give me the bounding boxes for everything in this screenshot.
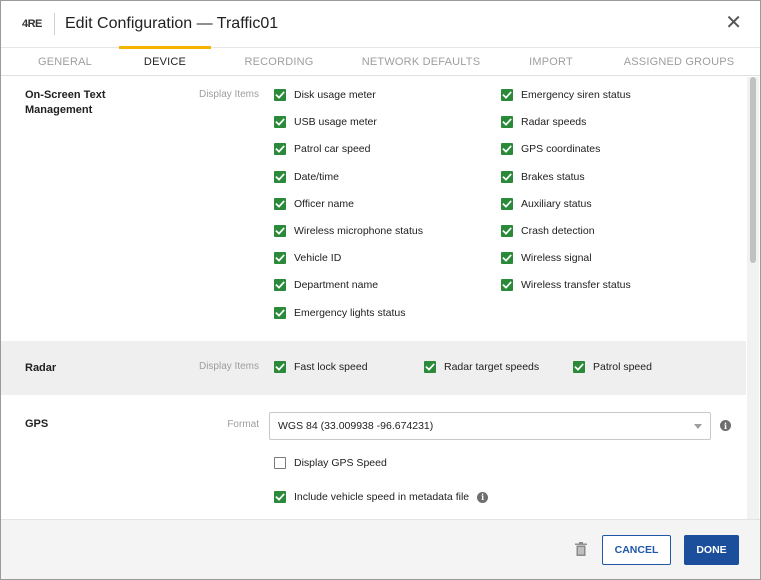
emergency-lights-status-option[interactable]: Emergency lights status — [274, 306, 406, 319]
tab-recording[interactable]: RECORDING — [233, 48, 325, 76]
date-time-option[interactable]: Date/time — [274, 170, 339, 183]
tab-import[interactable]: IMPORT — [511, 48, 591, 76]
emergency-lights-status-label: Emergency lights status — [294, 306, 406, 319]
disk-usage-meter-option[interactable]: Disk usage meter — [274, 89, 376, 101]
cancel-button[interactable]: CANCEL — [602, 535, 671, 565]
patrol-speed-label: Patrol speed — [593, 361, 652, 373]
radar-target-speeds-option[interactable]: Radar target speeds — [424, 361, 539, 373]
radar-speeds-option[interactable]: Radar speeds — [501, 116, 587, 129]
tab-network-defaults[interactable]: NETWORK DEFAULTS — [351, 48, 491, 76]
checkbox-checked-icon[interactable] — [274, 116, 286, 129]
header-divider — [54, 13, 55, 35]
radar-target-speeds-label: Radar target speeds — [444, 361, 540, 373]
emergency-siren-status-option[interactable]: Emergency siren status — [501, 89, 631, 101]
dialog-title: Edit Configuration — Traffic01 — [65, 15, 279, 32]
department-name-option[interactable]: Department name — [274, 279, 379, 292]
wireless-signal-label: Wireless signal — [521, 252, 592, 265]
gps-format-select[interactable]: WGS 84 (33.009938 -96.674231) — [269, 412, 711, 440]
crash-detection-option[interactable]: Crash detection — [501, 225, 595, 237]
vehicle-id-label: Vehicle ID — [294, 252, 342, 265]
section-title: On-Screen Text Management — [25, 89, 106, 116]
device-settings-content: On-Screen Text Management Display Items … — [1, 77, 760, 519]
checkbox-checked-icon[interactable] — [501, 89, 513, 101]
checkbox-checked-icon[interactable] — [424, 361, 436, 373]
radar-speeds-label: Radar speeds — [521, 116, 587, 129]
radar-section: Radar Display Items Fast lock speed Radar… — [1, 341, 746, 395]
gps-section: GPS Format WGS 84 (33.009938 -96.674231)… — [1, 395, 746, 519]
department-name-label: Department name — [294, 279, 379, 292]
gps-coordinates-option[interactable]: GPS coordinates — [501, 143, 601, 156]
patrol-speed-option[interactable]: Patrol speed — [573, 361, 652, 373]
wireless-signal-option[interactable]: Wireless signal — [501, 252, 592, 265]
vehicle-id-option[interactable]: Vehicle ID — [274, 252, 342, 265]
checkbox-checked-icon[interactable] — [501, 279, 513, 292]
info-icon[interactable]: i — [720, 420, 731, 431]
display-gps-speed-option[interactable]: Display GPS Speed — [274, 457, 387, 469]
onscreen-text-section: On-Screen Text Management Display Items … — [1, 77, 746, 341]
fast-lock-speed-option[interactable]: Fast lock speed — [274, 361, 368, 373]
fast-lock-speed-label: Fast lock speed — [294, 361, 368, 373]
include-vehicle-speed-in-metadata-file-option[interactable]: Include vehicle speed in metadata file i — [274, 491, 489, 503]
gps-coordinates-label: GPS coordinates — [521, 143, 601, 156]
checkbox-checked-icon[interactable] — [274, 361, 286, 373]
wireless-transfer-status-option[interactable]: Wireless transfer status — [501, 279, 631, 292]
chevron-down-icon — [694, 424, 702, 429]
include-vehicle-speed-in-metadata-file-label: Include vehicle speed in metadata file — [294, 491, 470, 503]
scrollbar-thumb[interactable] — [750, 77, 756, 263]
display-gps-speed-label: Display GPS Speed — [294, 457, 387, 469]
info-icon[interactable]: i — [477, 491, 489, 503]
crash-detection-label: Crash detection — [521, 225, 595, 237]
checkbox-checked-icon[interactable] — [274, 225, 286, 237]
checkbox-checked-icon[interactable] — [501, 116, 513, 129]
checkbox-checked-icon[interactable] — [501, 197, 513, 210]
edit-configuration-dialog: 4RE Edit Configuration — Traffic01 ✕ GEN… — [0, 0, 761, 580]
checkbox-checked-icon[interactable] — [274, 491, 286, 503]
date-time-label: Date/time — [294, 170, 339, 183]
tab-general[interactable]: GENERAL — [19, 48, 111, 76]
checkbox-checked-icon[interactable] — [274, 252, 286, 265]
usb-usage-meter-label: USB usage meter — [294, 116, 377, 129]
dialog-footer: CANCEL DONE — [1, 519, 760, 579]
brakes-status-option[interactable]: Brakes status — [501, 170, 585, 183]
patrol-car-speed-label: Patrol car speed — [294, 143, 371, 156]
checkbox-checked-icon[interactable] — [573, 361, 585, 373]
emergency-siren-status-label: Emergency siren status — [521, 89, 631, 101]
disk-usage-meter-label: Disk usage meter — [294, 89, 376, 101]
checkbox-checked-icon[interactable] — [501, 225, 513, 237]
checkbox-unchecked-icon[interactable] — [274, 457, 286, 469]
content-scrollbar[interactable] — [747, 77, 759, 519]
checkbox-checked-icon[interactable] — [501, 252, 513, 265]
done-button[interactable]: DONE — [684, 535, 739, 565]
gps-format-value: WGS 84 (33.009938 -96.674231) — [278, 420, 434, 432]
auxiliary-status-label: Auxiliary status — [521, 197, 592, 210]
usb-usage-meter-option[interactable]: USB usage meter — [274, 116, 377, 129]
dialog-header: 4RE Edit Configuration — Traffic01 ✕ — [1, 1, 760, 48]
checkbox-checked-icon[interactable] — [274, 89, 286, 101]
wireless-microphone-status-option[interactable]: Wireless microphone status — [274, 225, 423, 237]
tab-assigned-groups[interactable]: ASSIGNED GROUPS — [617, 48, 741, 76]
officer-name-option[interactable]: Officer name — [274, 197, 354, 210]
tab-device[interactable]: DEVICE — [119, 46, 211, 76]
patrol-car-speed-option[interactable]: Patrol car speed — [274, 143, 371, 156]
display-items-label: Display Items — [198, 361, 259, 372]
checkbox-checked-icon[interactable] — [274, 279, 286, 292]
trash-icon[interactable] — [575, 542, 587, 556]
checkbox-checked-icon[interactable] — [501, 170, 513, 183]
tab-bar: GENERAL DEVICE RECORDING NETWORK DEFAULT… — [1, 46, 760, 76]
section-title: Radar — [25, 362, 57, 374]
checkbox-checked-icon[interactable] — [501, 143, 513, 156]
brakes-status-label: Brakes status — [521, 170, 585, 183]
wireless-transfer-status-label: Wireless transfer status — [521, 279, 631, 292]
checkbox-checked-icon[interactable] — [274, 143, 286, 156]
auxiliary-status-option[interactable]: Auxiliary status — [501, 197, 592, 210]
wireless-microphone-status-label: Wireless microphone status — [294, 225, 423, 237]
officer-name-label: Officer name — [294, 197, 354, 210]
brand-logo: 4RE — [22, 18, 42, 30]
checkbox-checked-icon[interactable] — [274, 170, 286, 183]
close-icon[interactable]: ✕ — [725, 13, 742, 33]
checkbox-checked-icon[interactable] — [274, 306, 286, 319]
display-items-label: Display Items — [198, 89, 259, 100]
checkbox-checked-icon[interactable] — [274, 197, 286, 210]
